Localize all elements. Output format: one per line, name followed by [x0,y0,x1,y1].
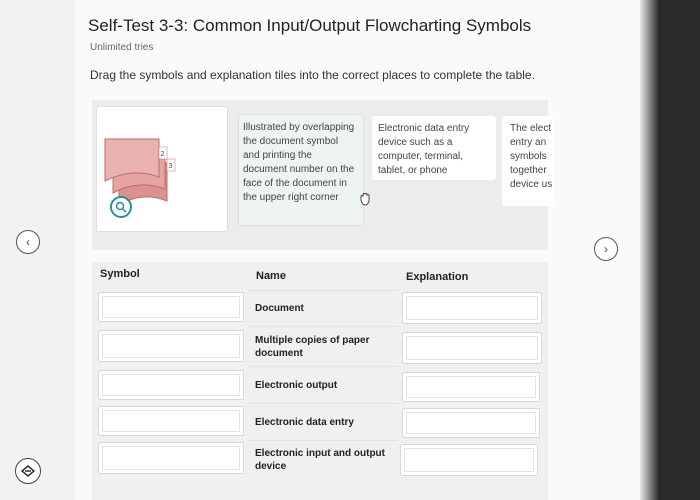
page-title: Self-Test 3-3: Common Input/Output Flowc… [88,16,532,35]
row-name-document: Document [255,303,304,314]
explanation-column-header: Explanation [406,271,469,283]
symbol-drop-target-1[interactable] [98,292,244,322]
monitor-edge [640,0,660,500]
row-name-electronic-output: Electronic output [255,380,338,391]
explanation-tile-input-output-device[interactable]: The elect entry an symbols together devi… [502,116,554,206]
next-button[interactable]: › [594,237,618,261]
row-name-electronic-data-entry: Electronic data entry [255,417,354,428]
instruction-text: Drag the symbols and explanation tiles i… [90,68,535,82]
row-name-multiple-copies: Multiple copies of paper document [255,335,370,359]
explanation-tile-text: The elect entry an symbols together devi… [510,123,553,190]
symbol-drop-target-2[interactable] [98,330,244,362]
chevron-left-icon: ‹ [26,235,30,249]
name-column-header: Name [256,270,286,282]
row-name-electronic-io-device: Electronic input and output device [255,448,385,472]
explanation-drop-target-4[interactable] [402,408,540,438]
explanation-drop-target-2[interactable] [402,332,542,364]
row-divider [248,403,398,404]
symbol-column-header: Symbol [100,268,140,280]
bottom-tool-button[interactable] [15,458,41,484]
document-number-2: 2 [161,151,165,158]
row-divider [248,326,398,327]
explanation-drop-target-5[interactable] [400,444,538,476]
zoom-icon [115,201,127,213]
explanation-tile-electronic-data-entry[interactable]: Electronic data entry device such as a c… [372,116,496,180]
hand-cursor-icon [360,193,370,206]
explanation-tile-text: Illustrated by overlapping the document … [243,122,355,203]
bottom-tool-icon [20,465,36,477]
explanation-drop-target-1[interactable] [402,292,542,324]
explanation-tile-multiple-copies[interactable]: Illustrated by overlapping the document … [238,114,364,226]
row-divider [248,366,398,367]
symbol-drop-target-3[interactable] [98,370,244,400]
previous-button[interactable]: ‹ [16,230,40,254]
symbol-drop-target-4[interactable] [98,406,244,436]
row-divider [248,440,398,441]
symbol-drop-target-5[interactable] [98,442,244,474]
tries-label: Unlimited tries [90,42,154,53]
zoom-button[interactable] [110,196,132,218]
document-number-3: 3 [169,163,173,170]
explanation-drop-target-3[interactable] [402,372,540,402]
row-divider [248,290,398,291]
explanation-tile-text: Electronic data entry device such as a c… [378,123,470,176]
chevron-right-icon: › [604,242,608,256]
